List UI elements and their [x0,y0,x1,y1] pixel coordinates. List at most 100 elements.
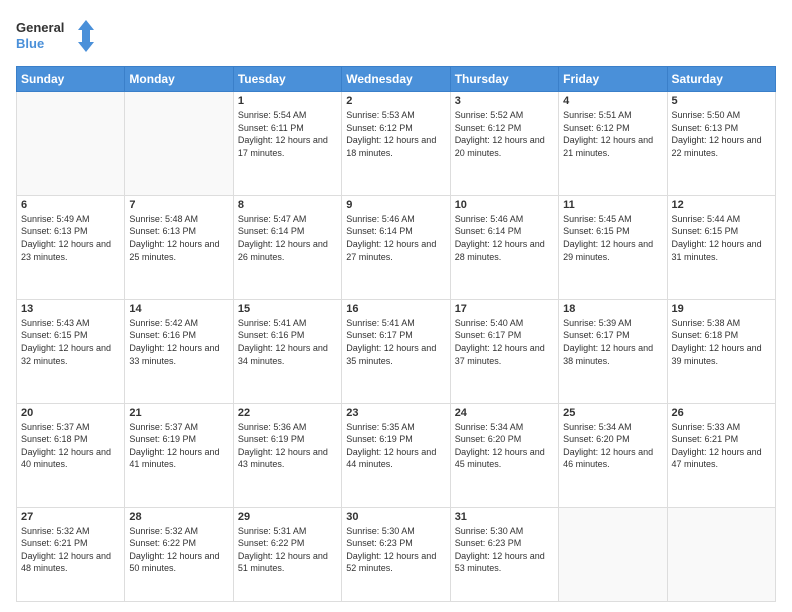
day-number: 6 [21,199,120,211]
day-number: 19 [672,303,771,315]
svg-text:Blue: Blue [16,36,44,51]
day-number: 27 [21,511,120,523]
day-number: 11 [563,199,662,211]
calendar-day-cell: 15Sunrise: 5:41 AM Sunset: 6:16 PM Dayli… [233,299,341,403]
day-of-week-header: Monday [125,67,233,92]
day-info: Sunrise: 5:34 AM Sunset: 6:20 PM Dayligh… [563,421,662,471]
header: General Blue [16,16,776,56]
day-info: Sunrise: 5:46 AM Sunset: 6:14 PM Dayligh… [346,213,445,263]
calendar-day-cell: 31 Sunrise: 5:30 AM Sunset: 6:23 PM Dayli… [450,507,558,602]
calendar-day-cell: 14Sunrise: 5:42 AM Sunset: 6:16 PM Dayli… [125,299,233,403]
calendar-day-cell: 13 Sunrise: 5:43 AM Sunset: 6:15 PM Dayli… [17,299,125,403]
calendar-day-cell: 23Sunrise: 5:35 AM Sunset: 6:19 PM Dayli… [342,403,450,507]
calendar-week-row: 20 Sunrise: 5:37 AM Sunset: 6:18 PM Dayli… [17,403,776,507]
day-number: 9 [346,199,445,211]
day-number: 18 [563,303,662,315]
calendar-week-row: 13 Sunrise: 5:43 AM Sunset: 6:15 PM Dayli… [17,299,776,403]
calendar-table: SundayMondayTuesdayWednesdayThursdayFrid… [16,66,776,602]
calendar-day-cell: 27 Sunrise: 5:32 AM Sunset: 6:21 PM Dayli… [17,507,125,602]
day-info: Sunrise: 5:33 AM Sunset: 6:21 PM Dayligh… [672,421,771,471]
calendar-day-cell: 12 Sunrise: 5:44 AM Sunset: 6:15 PM Dayli… [667,195,775,299]
day-number: 30 [346,511,445,523]
day-info: Sunrise: 5:53 AM Sunset: 6:12 PM Dayligh… [346,109,445,159]
day-of-week-header: Thursday [450,67,558,92]
day-number: 16 [346,303,445,315]
day-info: Sunrise: 5:41 AM Sunset: 6:17 PM Dayligh… [346,317,445,367]
calendar-day-cell: 17 Sunrise: 5:40 AM Sunset: 6:17 PM Dayli… [450,299,558,403]
day-number: 13 [21,303,120,315]
calendar-day-cell: 2 Sunrise: 5:53 AM Sunset: 6:12 PM Daylig… [342,92,450,196]
calendar-day-cell: 20 Sunrise: 5:37 AM Sunset: 6:18 PM Dayli… [17,403,125,507]
day-info: Sunrise: 5:30 AM Sunset: 6:23 PM Dayligh… [346,525,445,575]
day-info: Sunrise: 5:37 AM Sunset: 6:18 PM Dayligh… [21,421,120,471]
calendar-week-row: 1Sunrise: 5:54 AM Sunset: 6:11 PM Daylig… [17,92,776,196]
day-number: 7 [129,199,228,211]
logo-svg: General Blue [16,16,96,56]
day-info: Sunrise: 5:49 AM Sunset: 6:13 PM Dayligh… [21,213,120,263]
day-of-week-header: Friday [559,67,667,92]
calendar-day-cell: 5 Sunrise: 5:50 AM Sunset: 6:13 PM Daylig… [667,92,775,196]
day-number: 26 [672,407,771,419]
calendar-day-cell: 16 Sunrise: 5:41 AM Sunset: 6:17 PM Dayli… [342,299,450,403]
day-info: Sunrise: 5:45 AM Sunset: 6:15 PM Dayligh… [563,213,662,263]
calendar-day-cell: 3Sunrise: 5:52 AM Sunset: 6:12 PM Daylig… [450,92,558,196]
day-number: 21 [129,407,228,419]
day-info: Sunrise: 5:39 AM Sunset: 6:17 PM Dayligh… [563,317,662,367]
day-info: Sunrise: 5:32 AM Sunset: 6:22 PM Dayligh… [129,525,228,575]
day-info: Sunrise: 5:31 AM Sunset: 6:22 PM Dayligh… [238,525,337,575]
calendar-day-cell: 24 Sunrise: 5:34 AM Sunset: 6:20 PM Dayli… [450,403,558,507]
calendar-day-cell: 30 Sunrise: 5:30 AM Sunset: 6:23 PM Dayli… [342,507,450,602]
day-info: Sunrise: 5:47 AM Sunset: 6:14 PM Dayligh… [238,213,337,263]
day-number: 4 [563,95,662,107]
day-number: 24 [455,407,554,419]
calendar-week-row: 27 Sunrise: 5:32 AM Sunset: 6:21 PM Dayli… [17,507,776,602]
day-number: 8 [238,199,337,211]
calendar-day-cell: 19 Sunrise: 5:38 AM Sunset: 6:18 PM Dayli… [667,299,775,403]
calendar-day-cell: 1Sunrise: 5:54 AM Sunset: 6:11 PM Daylig… [233,92,341,196]
day-info: Sunrise: 5:34 AM Sunset: 6:20 PM Dayligh… [455,421,554,471]
day-of-week-header: Tuesday [233,67,341,92]
day-number: 12 [672,199,771,211]
day-number: 10 [455,199,554,211]
calendar-day-cell [667,507,775,602]
calendar-day-cell: 22 Sunrise: 5:36 AM Sunset: 6:19 PM Dayli… [233,403,341,507]
day-number: 28 [129,511,228,523]
calendar-day-cell: 8 Sunrise: 5:47 AM Sunset: 6:14 PM Daylig… [233,195,341,299]
day-info: Sunrise: 5:36 AM Sunset: 6:19 PM Dayligh… [238,421,337,471]
day-info: Sunrise: 5:42 AM Sunset: 6:16 PM Dayligh… [129,317,228,367]
day-info: Sunrise: 5:44 AM Sunset: 6:15 PM Dayligh… [672,213,771,263]
day-info: Sunrise: 5:30 AM Sunset: 6:23 PM Dayligh… [455,525,554,575]
day-info: Sunrise: 5:48 AM Sunset: 6:13 PM Dayligh… [129,213,228,263]
calendar-day-cell: 29 Sunrise: 5:31 AM Sunset: 6:22 PM Dayli… [233,507,341,602]
calendar-header-row: SundayMondayTuesdayWednesdayThursdayFrid… [17,67,776,92]
day-of-week-header: Wednesday [342,67,450,92]
day-info: Sunrise: 5:40 AM Sunset: 6:17 PM Dayligh… [455,317,554,367]
logo: General Blue [16,16,96,56]
day-number: 22 [238,407,337,419]
svg-text:General: General [16,20,64,35]
day-number: 5 [672,95,771,107]
calendar-day-cell: 25Sunrise: 5:34 AM Sunset: 6:20 PM Dayli… [559,403,667,507]
day-number: 31 [455,511,554,523]
calendar-week-row: 6 Sunrise: 5:49 AM Sunset: 6:13 PM Daylig… [17,195,776,299]
day-info: Sunrise: 5:35 AM Sunset: 6:19 PM Dayligh… [346,421,445,471]
page: General Blue SundayMondayTuesdayWednesda… [0,0,792,612]
calendar-day-cell [125,92,233,196]
calendar-day-cell [17,92,125,196]
day-number: 2 [346,95,445,107]
day-info: Sunrise: 5:32 AM Sunset: 6:21 PM Dayligh… [21,525,120,575]
calendar-day-cell: 9 Sunrise: 5:46 AM Sunset: 6:14 PM Daylig… [342,195,450,299]
day-number: 29 [238,511,337,523]
calendar-day-cell [559,507,667,602]
day-info: Sunrise: 5:37 AM Sunset: 6:19 PM Dayligh… [129,421,228,471]
day-info: Sunrise: 5:43 AM Sunset: 6:15 PM Dayligh… [21,317,120,367]
day-number: 1 [238,95,337,107]
day-info: Sunrise: 5:38 AM Sunset: 6:18 PM Dayligh… [672,317,771,367]
calendar-day-cell: 28 Sunrise: 5:32 AM Sunset: 6:22 PM Dayli… [125,507,233,602]
day-info: Sunrise: 5:52 AM Sunset: 6:12 PM Dayligh… [455,109,554,159]
calendar-day-cell: 18 Sunrise: 5:39 AM Sunset: 6:17 PM Dayli… [559,299,667,403]
day-of-week-header: Saturday [667,67,775,92]
day-number: 17 [455,303,554,315]
day-info: Sunrise: 5:50 AM Sunset: 6:13 PM Dayligh… [672,109,771,159]
day-number: 20 [21,407,120,419]
